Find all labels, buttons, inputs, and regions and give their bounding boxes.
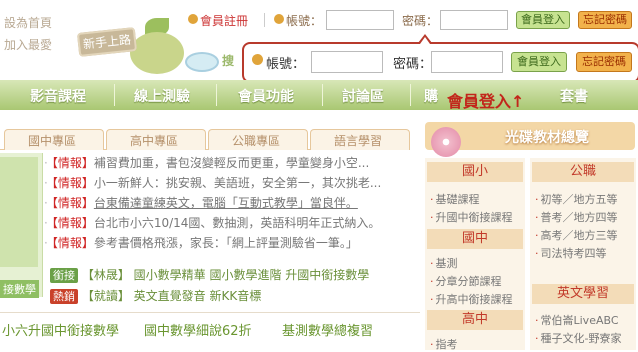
nav-book-sets[interactable]: 套書 — [560, 86, 588, 106]
nav-online-tests[interactable]: 線上測驗 — [134, 86, 190, 106]
divider — [0, 312, 420, 313]
news-item[interactable]: · 【情報】小一新鮮人：挑安親、美語班，安全第一，其次挑老... — [44, 173, 414, 193]
tile-image — [0, 157, 38, 267]
divider — [264, 13, 265, 27]
sidebar-item[interactable]: · 升高中銜接課程 — [430, 291, 513, 307]
promo-text: 【林晟】 國小數學精華 國小數學進階 升國中銜接數學 — [81, 268, 370, 282]
news-item[interactable]: · 【情報】補習費加重，書包沒變輕反而更重，學童變身小空... — [44, 153, 414, 173]
news-item[interactable]: · 【情報】參考書價格飛漲，家長：「網上評量測驗省一筆。」 — [44, 233, 414, 253]
popup-account-icon — [252, 54, 263, 65]
nav-divider — [114, 84, 115, 106]
quick-links: 設為首頁 加入最愛 — [4, 12, 52, 56]
add-favorite-link[interactable]: 加入最愛 — [4, 34, 52, 56]
category-junior-high[interactable]: 國中 — [427, 229, 523, 249]
promo-text: 【就讀】 英文直覺發音 新KK音標 — [81, 289, 262, 303]
popup-forgot-password-button[interactable]: 忘記密碼 — [576, 52, 632, 72]
login-button[interactable]: 會員登入 — [516, 11, 570, 29]
category-elementary[interactable]: 國小 — [427, 162, 523, 182]
main-nav: 影音課程 線上測驗 會員功能 討論區 購 套書 — [0, 80, 638, 110]
plate-icon — [185, 52, 219, 72]
sidebar-item[interactable]: · 基測 — [430, 255, 458, 271]
sidebar-item[interactable]: · 高考／地方三等 — [535, 227, 618, 243]
password-label: 密碼： — [402, 14, 439, 28]
nav-video-courses[interactable]: 影音課程 — [30, 86, 86, 106]
tile-label: 接數學 — [0, 280, 39, 298]
account-input[interactable] — [326, 10, 394, 30]
mascot-icon — [130, 32, 184, 74]
bottom-link[interactable]: 小六升國中銜接數學 — [2, 320, 119, 339]
sidebar-item[interactable]: · 普考／地方四等 — [535, 209, 618, 225]
bottom-link[interactable]: 基測數學總複習 — [282, 320, 373, 339]
nav-member-functions[interactable]: 會員功能 — [238, 86, 294, 106]
sidebar-item[interactable]: · 種子文化-野寮家 — [535, 330, 621, 346]
forgot-password-button[interactable]: 忘記密碼 — [578, 11, 632, 29]
popup-password-input[interactable] — [431, 51, 503, 73]
news-list: · 【情報】補習費加重，書包沒變輕反而更重，學童變身小空... · 【情報】小一新鮮… — [44, 153, 414, 253]
nav-shop[interactable]: 購 — [424, 86, 438, 106]
nav-divider — [322, 84, 323, 106]
set-homepage-link[interactable]: 設為首頁 — [4, 12, 52, 34]
nav-divider — [410, 84, 411, 106]
category-senior-high[interactable]: 高中 — [427, 310, 523, 330]
tab-senior-high-label: 高中專區 — [130, 134, 179, 148]
nav-divider — [216, 84, 217, 106]
member-register-icon — [188, 14, 198, 24]
popup-account-label: 帳號： — [266, 57, 306, 72]
promo-badge: 熱銷 — [50, 289, 78, 304]
account-icon — [274, 14, 284, 24]
account-label: 帳號： — [286, 14, 323, 28]
sidebar-item[interactable]: · 司法特考四等 — [535, 245, 607, 261]
tab-language-label: 語言學習 — [334, 134, 383, 148]
category-civil-service[interactable]: 公職 — [532, 162, 634, 182]
category-english[interactable]: 英文學習 — [532, 284, 634, 304]
popup-pointer-inner — [420, 37, 430, 44]
sidebar-item[interactable]: · 初等／地方五等 — [535, 191, 618, 207]
news-item[interactable]: · 【情報】台北市小六10/14國、數抽測，英語科明年正式納入。 — [44, 213, 414, 233]
sidebar-item[interactable]: · 升國中銜接課程 — [430, 209, 513, 225]
nav-forum[interactable]: 討論區 — [342, 86, 384, 106]
popup-login-button[interactable]: 會員登入 — [511, 52, 567, 72]
member-login-callout: 會員登入↑ — [447, 92, 525, 111]
tab-civil-service-label: 公職專區 — [232, 134, 281, 148]
featured-tile[interactable] — [0, 153, 43, 297]
promo-row[interactable]: 熱銷 【就讀】 英文直覺發音 新KK音標 — [50, 287, 261, 304]
popup-account-input[interactable] — [311, 51, 383, 73]
sidebar-item[interactable]: · 分章分節課程 — [430, 273, 502, 289]
search-label-fragment: 搜 — [222, 54, 235, 68]
tab-junior-high-label: 國中專區 — [28, 134, 77, 148]
member-register-link[interactable]: 會員註冊 — [200, 12, 248, 29]
promo-row[interactable]: 銜接 【林晟】 國小數學精華 國小數學進階 升國中銜接數學 — [50, 266, 369, 283]
sidebar-item[interactable]: · 常伯崙LiveABC — [535, 312, 619, 328]
sidebar-title: 光碟教材總覽 — [505, 130, 589, 146]
bottom-link[interactable]: 國中數學細說62折 — [144, 320, 252, 339]
sidebar-item[interactable]: · 基礎課程 — [430, 191, 480, 207]
password-input[interactable] — [440, 10, 508, 30]
promo-badge: 銜接 — [50, 268, 78, 283]
news-item[interactable]: · 【情報】台東備達童練英文，電腦「互動式教學」當良伴。 — [44, 193, 414, 213]
popup-password-label: 密碼： — [393, 57, 433, 72]
disc-icon — [431, 127, 461, 157]
